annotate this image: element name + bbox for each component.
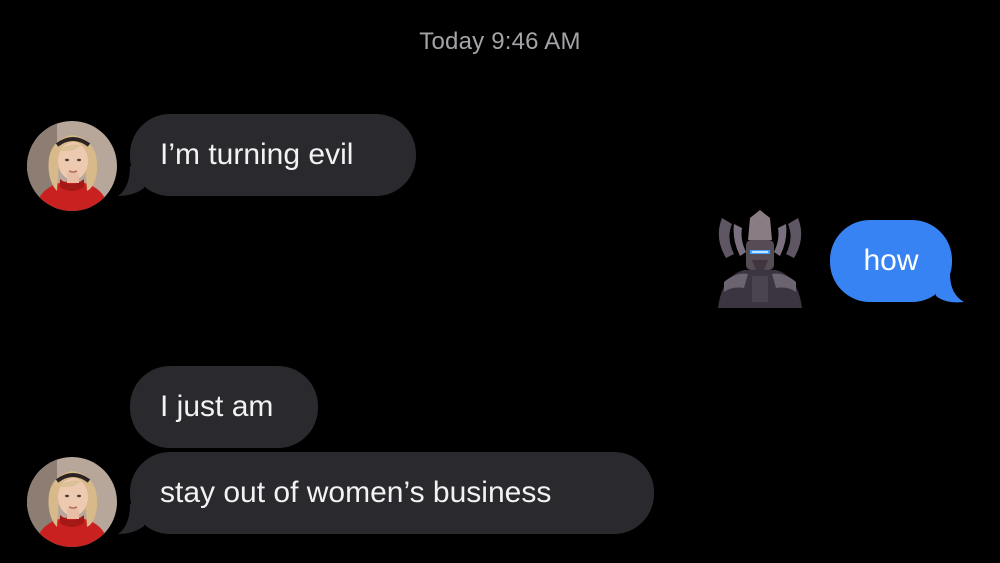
message-bubble-incoming[interactable]: I just am bbox=[130, 366, 318, 448]
outgoing-avatar[interactable] bbox=[714, 210, 806, 308]
message-timestamp: Today 9:46 AM bbox=[0, 28, 1000, 56]
contact-avatar-top[interactable] bbox=[27, 121, 117, 211]
message-bubble-incoming[interactable]: I’m turning evil bbox=[130, 114, 416, 196]
armored-cosmic-figure-icon bbox=[718, 210, 802, 308]
contact-avatar-bottom[interactable] bbox=[27, 457, 117, 547]
timestamp-time: 9:46 AM bbox=[491, 28, 581, 55]
timestamp-day: Today bbox=[419, 28, 485, 55]
message-text: I just am bbox=[160, 390, 274, 423]
message-text: I’m turning evil bbox=[160, 138, 354, 171]
blonde-woman-avatar-icon bbox=[27, 457, 117, 547]
message-text: how bbox=[863, 244, 919, 277]
message-bubble-incoming[interactable]: stay out of women’s business bbox=[130, 452, 654, 534]
blonde-woman-avatar-icon bbox=[27, 121, 117, 211]
message-text: stay out of women’s business bbox=[160, 476, 552, 509]
message-bubble-outgoing[interactable]: how bbox=[830, 220, 952, 302]
